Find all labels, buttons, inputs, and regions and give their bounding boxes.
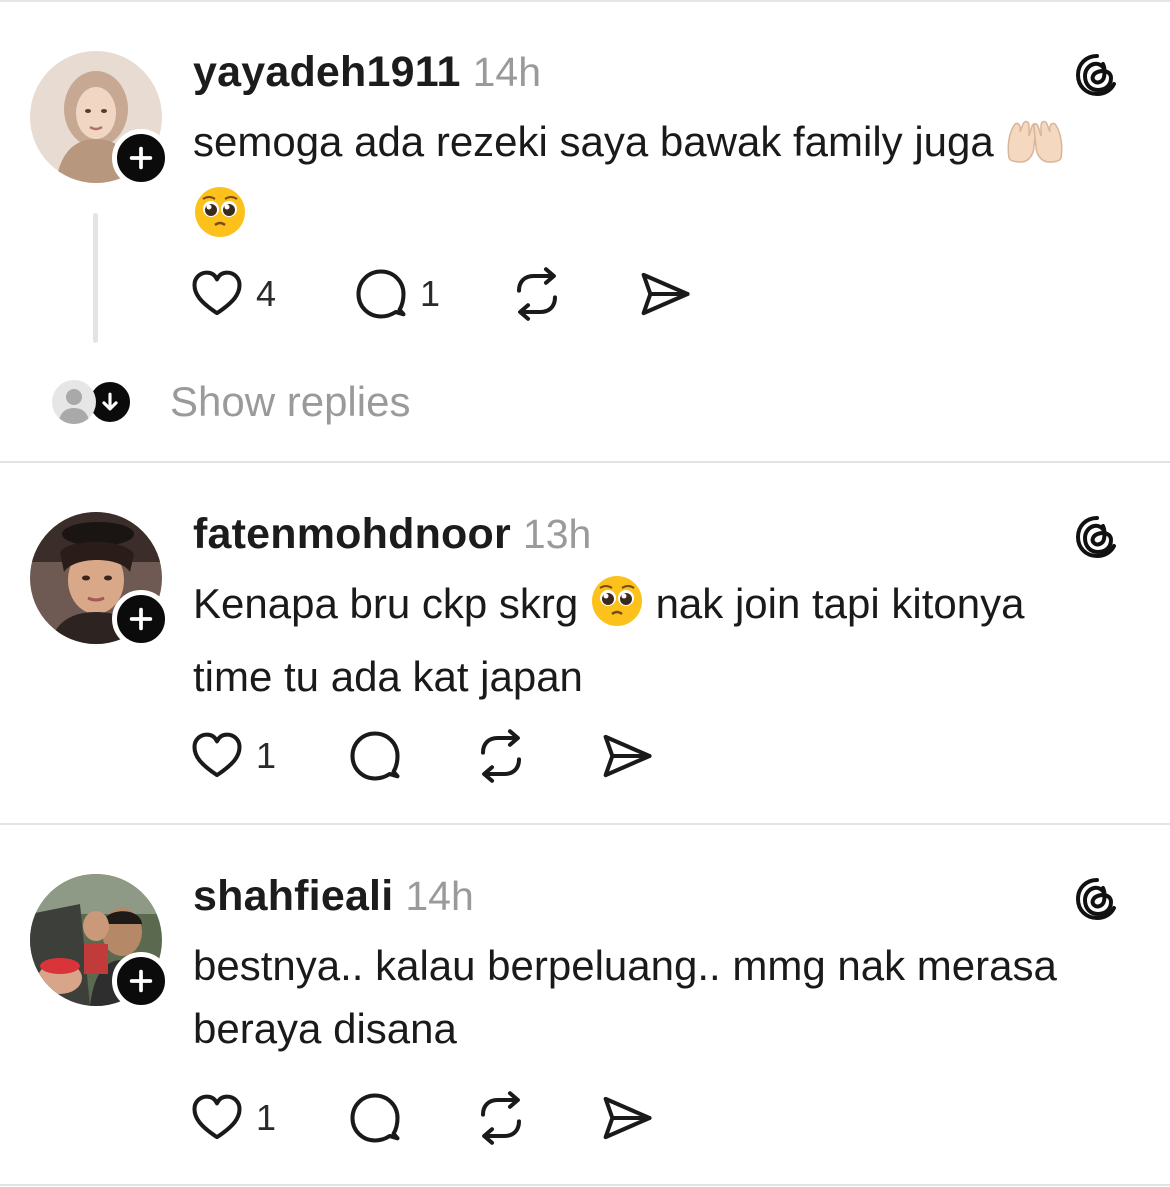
post-header: yayadeh1911 14h bbox=[193, 48, 541, 97]
follow-button[interactable] bbox=[112, 952, 170, 1010]
timestamp: 14h bbox=[472, 49, 542, 95]
post-divider bbox=[0, 1184, 1170, 1186]
like-button[interactable]: 1 bbox=[190, 726, 276, 786]
share-button[interactable] bbox=[638, 264, 692, 324]
reply-post: fatenmohdnoor 13h Kenapa bru ckp skrg na… bbox=[0, 462, 1170, 824]
repost-button[interactable] bbox=[474, 726, 528, 786]
reply-avatar bbox=[52, 380, 96, 424]
post-text-line: semoga ada rezeki saya bawak family juga bbox=[193, 118, 994, 165]
share-button[interactable] bbox=[600, 1088, 654, 1148]
like-count: 1 bbox=[256, 1097, 277, 1138]
plus-icon bbox=[127, 967, 155, 995]
username[interactable]: fatenmohdnoor bbox=[193, 510, 511, 559]
post-text-line: beraya disana bbox=[193, 1005, 457, 1052]
repost-icon bbox=[474, 1091, 528, 1145]
post-text-line: bestnya.. kalau berpeluang.. mmg nak mer… bbox=[193, 942, 1057, 989]
avatar-container[interactable] bbox=[30, 512, 170, 648]
reply-button[interactable] bbox=[348, 1088, 402, 1148]
post-text-segment: Kenapa bru ckp skrg bbox=[193, 580, 579, 627]
like-button[interactable]: 1 bbox=[190, 1088, 276, 1148]
threads-icon[interactable] bbox=[1072, 512, 1122, 562]
share-button[interactable] bbox=[600, 726, 654, 786]
post-text: semoga ada rezeki saya bawak family juga bbox=[193, 110, 1143, 256]
reply-post: shahfieali 14h bestnya.. kalau berpeluan… bbox=[0, 824, 1170, 1186]
reply-post: yayadeh1911 14h semoga ada rezeki saya b… bbox=[0, 0, 1170, 462]
avatar-container[interactable] bbox=[30, 51, 170, 187]
send-icon bbox=[638, 267, 692, 321]
post-text-line: time tu ada kat japan bbox=[193, 653, 583, 700]
threads-icon[interactable] bbox=[1072, 874, 1122, 924]
username[interactable]: shahfieali bbox=[193, 872, 393, 921]
plus-icon bbox=[127, 144, 155, 172]
like-count: 1 bbox=[256, 735, 277, 776]
post-header: fatenmohdnoor 13h bbox=[193, 510, 591, 559]
heart-icon bbox=[190, 1091, 244, 1145]
send-icon bbox=[600, 729, 654, 783]
reply-button[interactable] bbox=[348, 726, 402, 786]
repost-icon bbox=[474, 729, 528, 783]
follow-button[interactable] bbox=[112, 590, 170, 648]
plus-icon bbox=[127, 605, 155, 633]
avatar-container[interactable] bbox=[30, 874, 170, 1010]
reply-button[interactable]: 1 bbox=[354, 264, 440, 324]
show-replies-button[interactable]: Show replies bbox=[52, 372, 410, 432]
palms-up-emoji-icon bbox=[1005, 118, 1065, 183]
repost-button[interactable] bbox=[510, 264, 564, 324]
show-replies-label: Show replies bbox=[170, 378, 411, 425]
repost-icon bbox=[510, 267, 564, 321]
thread-line bbox=[93, 213, 98, 343]
comment-icon bbox=[348, 1091, 402, 1145]
heart-icon bbox=[190, 267, 244, 321]
reply-count: 1 bbox=[420, 273, 441, 314]
timestamp: 14h bbox=[405, 873, 474, 919]
comment-icon bbox=[348, 729, 402, 783]
heart-icon bbox=[190, 729, 244, 783]
username[interactable]: yayadeh1911 bbox=[193, 48, 461, 97]
pleading-face-emoji-icon bbox=[193, 185, 247, 256]
like-count: 4 bbox=[256, 273, 277, 314]
follow-button[interactable] bbox=[112, 129, 170, 187]
timestamp: 13h bbox=[522, 511, 592, 557]
post-header: shahfieali 14h bbox=[193, 872, 474, 921]
pleading-face-emoji-icon bbox=[590, 574, 644, 645]
like-button[interactable]: 4 bbox=[190, 264, 276, 324]
repost-button[interactable] bbox=[474, 1088, 528, 1148]
post-text: Kenapa bru ckp skrg nak join tapi kitony… bbox=[193, 572, 1143, 708]
post-text: bestnya.. kalau berpeluang.. mmg nak mer… bbox=[193, 934, 1143, 1060]
threads-icon[interactable] bbox=[1072, 50, 1122, 100]
post-text-segment: nak join tapi kitonya bbox=[655, 580, 1025, 627]
comment-icon bbox=[354, 267, 408, 321]
send-icon bbox=[600, 1091, 654, 1145]
